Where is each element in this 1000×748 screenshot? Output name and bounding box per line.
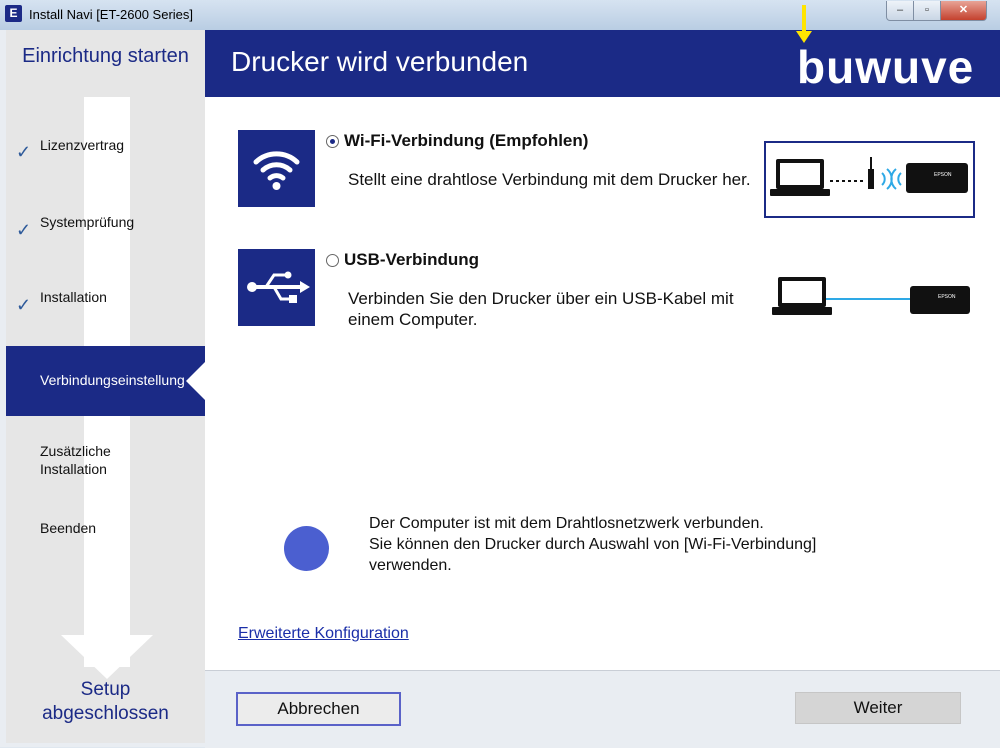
brand-watermark: buwuve <box>797 41 975 93</box>
setup-complete-line2: abgeschlossen <box>42 703 169 724</box>
info-line3: verwenden. <box>369 557 452 574</box>
installer-window: E Install Navi [ET-2600 Series] – ▫ ✕ Ei… <box>0 0 1000 748</box>
button-bar: Abbrechen Weiter <box>205 670 1000 748</box>
maximize-button[interactable]: ▫ <box>913 1 941 21</box>
step-connection-settings: Verbindungseinstellung <box>6 346 205 416</box>
setup-complete-line1: Setup <box>80 679 131 700</box>
usb-icon[interactable] <box>238 249 315 326</box>
printer-brand-label: EPSON <box>934 172 952 178</box>
next-button[interactable]: Weiter <box>795 692 961 724</box>
minimize-button[interactable]: – <box>886 1 914 21</box>
close-button[interactable]: ✕ <box>940 1 987 21</box>
usb-option-title[interactable]: USB-Verbindung <box>344 250 479 270</box>
connection-info-text: Der Computer ist mit dem Drahtlosnetzwer… <box>369 513 929 576</box>
page-title: Drucker wird verbunden <box>231 46 529 77</box>
step-installation: Installation <box>40 289 107 305</box>
usb-radio[interactable] <box>326 254 339 267</box>
sidebar-title: Einrichtung starten <box>22 45 189 67</box>
advanced-config-link[interactable]: Erweiterte Konfiguration <box>238 625 409 643</box>
wifi-option-title[interactable]: Wi-Fi-Verbindung (Empfohlen) <box>344 131 588 151</box>
title-bar[interactable]: E Install Navi [ET-2600 Series] – ▫ ✕ <box>0 0 1000 30</box>
page-header: Drucker wird verbunden buwuve <box>205 5 1000 97</box>
step-license: Lizenzvertrag <box>40 137 125 153</box>
setup-complete-label: Setup abgeschlossen <box>6 678 205 726</box>
info-line1: Der Computer ist mit dem Drahtlosnetzwer… <box>369 515 764 532</box>
usb-connection-diagram: EPSON <box>766 267 976 332</box>
main-content: Wi-Fi-Verbindung (Empfohlen) Stellt eine… <box>205 97 1000 670</box>
cancel-button[interactable]: Abbrechen <box>236 692 401 726</box>
step-active-label: Verbindungseinstellung <box>40 372 185 388</box>
printer-brand-label: EPSON <box>938 294 956 300</box>
info-line2: Sie können den Drucker durch Auswahl von… <box>369 536 817 553</box>
progress-arrow-head <box>61 635 153 679</box>
wifi-radio[interactable] <box>326 135 339 148</box>
step-additional-install: Zusätzliche Installation <box>40 443 111 477</box>
check-icon: ✓ <box>16 142 32 162</box>
window-title: Install Navi [ET-2600 Series] <box>29 7 194 22</box>
wifi-icon[interactable] <box>238 130 315 207</box>
app-icon: E <box>5 5 22 22</box>
steps-sidebar: Einrichtung starten ✓ Lizenzvertrag ✓ Sy… <box>6 30 205 743</box>
step-finish: Beenden <box>40 520 97 536</box>
step-system-check: Systemprüfung <box>40 214 135 230</box>
usb-option-desc: Verbinden Sie den Drucker über ein USB-K… <box>348 289 734 329</box>
check-icon: ✓ <box>16 295 32 315</box>
info-indicator <box>284 526 329 571</box>
check-icon: ✓ <box>16 220 32 240</box>
wifi-option-desc: Stellt eine drahtlose Verbindung mit dem… <box>348 170 751 189</box>
step-active-pointer <box>186 362 205 400</box>
wifi-connection-diagram: EPSON <box>764 141 975 218</box>
